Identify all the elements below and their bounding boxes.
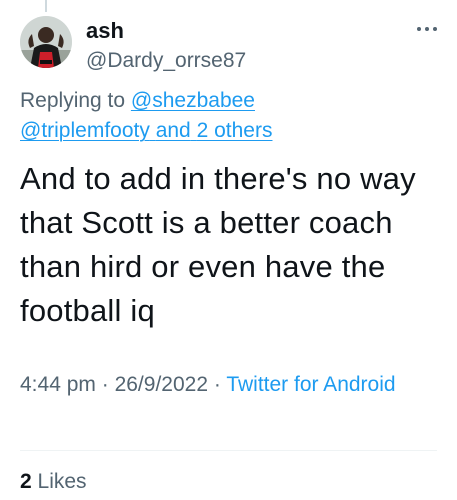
tweet-time[interactable]: 4:44 pm <box>20 373 96 396</box>
user-avatar-icon <box>20 16 72 68</box>
thread-connector-line <box>45 0 47 12</box>
divider <box>20 450 437 451</box>
replying-to-line: Replying to @shezbabee @triplemfooty and… <box>20 86 440 146</box>
user-handle[interactable]: @Dardy_orrse87 <box>86 48 246 74</box>
display-name[interactable]: ash <box>86 18 124 44</box>
likes-stat[interactable]: 2 Likes <box>20 468 87 496</box>
meta-separator: · <box>101 373 109 396</box>
replying-to-label: Replying to <box>20 89 126 112</box>
likes-label: Likes <box>37 470 87 493</box>
tweet-source-link[interactable]: Twitter for Android <box>226 373 395 396</box>
mention-link-triplemfooty[interactable]: @triplemfooty <box>20 119 150 142</box>
avatar[interactable] <box>20 16 72 68</box>
mention-link-shezbabee[interactable]: @shezbabee <box>131 89 255 112</box>
tweet-date[interactable]: 26/9/2022 <box>115 373 208 396</box>
tweet-text: And to add in there's no way that Scott … <box>20 161 416 328</box>
and-others-link[interactable]: and 2 others <box>150 119 273 142</box>
meta-separator: · <box>213 373 221 396</box>
likes-count: 2 <box>20 470 32 493</box>
more-horizontal-icon[interactable] <box>414 22 440 36</box>
tweet-metadata: 4:44 pm · 26/9/2022 · Twitter for Androi… <box>20 369 440 401</box>
